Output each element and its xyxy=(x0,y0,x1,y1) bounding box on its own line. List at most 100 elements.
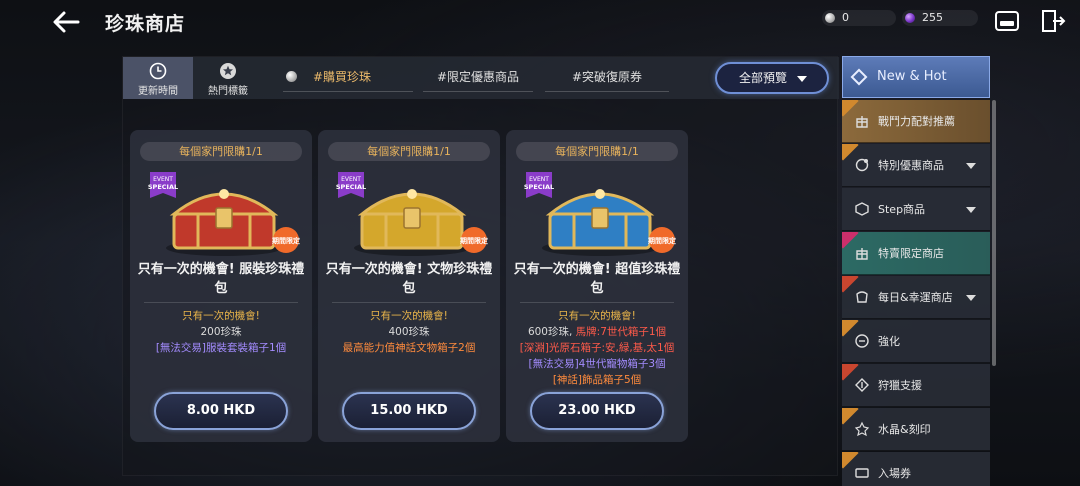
tab-buy-pearl-label: #購買珍珠 xyxy=(313,70,372,84)
sidebar-item[interactable]: Step商品 xyxy=(842,188,990,231)
svg-text:EVENT: EVENT xyxy=(341,176,361,183)
buy-price-button[interactable]: 8.00 HKD xyxy=(154,392,288,430)
description-line: 只有一次的機會! xyxy=(182,310,260,322)
star-icon xyxy=(220,63,236,79)
sidebar-item-label: 入場券 xyxy=(878,467,911,480)
sidebar-item-label: 每日&幸運商店 xyxy=(878,291,953,304)
description-line: 只有一次的機會! xyxy=(370,310,448,322)
description-line: [神話]飾品箱子5個 xyxy=(552,374,642,386)
ticket-icon xyxy=(855,468,869,478)
product-title: 只有一次的機會! 服裝珍珠禮包 xyxy=(137,262,305,296)
buy-price-button[interactable]: 15.00 HKD xyxy=(342,392,476,430)
gem-icon xyxy=(905,13,915,23)
sidebar-item-label: 特賣限定商店 xyxy=(878,247,944,260)
tab-break-restore[interactable]: #突破復原券 xyxy=(545,68,669,92)
description-line: [無法交易]服裝套裝箱子1個 xyxy=(155,342,287,354)
sidebar-item[interactable]: 水晶&刻印 xyxy=(842,408,990,451)
product-description: 只有一次的機會! 200珍珠 [無法交易]服裝套裝箱子1個 xyxy=(134,308,308,356)
tab-hot-tags-label: 熱門標籤 xyxy=(208,86,248,97)
pearl-count: 0 xyxy=(842,11,849,24)
sidebar-item[interactable]: 狩獵支援 xyxy=(842,364,990,407)
sidebar-item-label: 狩獵支援 xyxy=(878,379,922,392)
tab-hot-tags[interactable]: 熱門標籤 xyxy=(193,57,263,99)
pearl-icon xyxy=(825,13,835,23)
description-line: 400珍珠 xyxy=(388,326,430,338)
cube-icon xyxy=(855,202,869,216)
gem-count: 255 xyxy=(922,11,943,24)
purchase-limit: 每個家門限購1/1 xyxy=(516,142,678,161)
description-line: 只有一次的機會! xyxy=(558,310,636,322)
description-line: [無法交易]4世代寵物箱子3個 xyxy=(528,358,666,370)
pearl-icon xyxy=(286,71,297,82)
treasure-chest-icon: EVENT SPECIAL 期間限定 xyxy=(336,172,488,256)
page-title: 珍珠商店 xyxy=(105,13,186,35)
treasure-chest-icon: EVENT SPECIAL 期間限定 xyxy=(524,172,676,256)
sidebar-item[interactable]: 特別優惠商品 xyxy=(842,144,990,187)
lucky-bag-icon xyxy=(856,291,868,303)
svg-text:期間限定: 期間限定 xyxy=(272,236,300,245)
chevron-down-icon xyxy=(966,207,976,213)
tab-buy-pearl[interactable]: #購買珍珠 xyxy=(283,68,413,92)
crystal-icon xyxy=(854,421,870,437)
event-special-badge: EVENT SPECIAL xyxy=(148,172,178,198)
sidebar-item-label: 水晶&刻印 xyxy=(878,423,931,436)
sidebar-item[interactable]: 特賣限定商店 xyxy=(842,232,990,275)
sidebar-item-label: 戰鬥力配對推薦 xyxy=(878,115,955,128)
divider xyxy=(520,302,674,303)
purchase-limit: 每個家門限購1/1 xyxy=(328,142,490,161)
description-line: 最高能力值神話文物箱子2個 xyxy=(342,342,476,354)
event-special-badge: EVENT SPECIAL xyxy=(524,172,554,198)
buy-price-button[interactable]: 23.00 HKD xyxy=(530,392,664,430)
clock-icon xyxy=(149,62,167,80)
svg-text:期間限定: 期間限定 xyxy=(648,236,676,245)
sidebar-scrollbar[interactable] xyxy=(992,100,996,366)
sidebar-item-label: 特別優惠商品 xyxy=(878,159,944,172)
sidebar-item[interactable]: 入場券 xyxy=(842,452,990,486)
caret-down-icon xyxy=(797,76,807,82)
storage-box-icon[interactable] xyxy=(994,9,1020,33)
product-card[interactable]: 每個家門限購1/1 EVENT SPECIAL 期間限定 只有一次的機會! 文物… xyxy=(318,130,500,442)
treasure-chest-icon: EVENT SPECIAL 期間限定 xyxy=(148,172,300,256)
tab-bar: 更新時間 熱門標籤 #購買珍珠 #限定優惠商品 #突破復原券 全部預覽 xyxy=(123,57,839,99)
exit-door-icon[interactable] xyxy=(1040,9,1066,33)
enhance-icon xyxy=(855,334,869,348)
description-line: 600珍珠, 馬牌:7世代箱子1個 xyxy=(527,326,667,338)
svg-text:EVENT: EVENT xyxy=(153,176,173,183)
sidebar-new-hot[interactable]: New & Hot xyxy=(842,56,990,98)
product-description: 只有一次的機會! 600珍珠, 馬牌:7世代箱子1個 [深淵]光原石箱子:安,緑,基… xyxy=(510,308,684,388)
product-description: 只有一次的機會! 400珍珠最高能力值神話文物箱子2個 xyxy=(322,308,496,356)
event-special-badge: EVENT SPECIAL xyxy=(336,172,366,198)
tab-limited-offer[interactable]: #限定優惠商品 xyxy=(423,68,533,92)
product-card[interactable]: 每個家門限購1/1 EVENT SPECIAL 期間限定 只有一次的機會! 服裝… xyxy=(130,130,312,442)
pearl-currency: 0 xyxy=(822,10,896,26)
special-offer-icon xyxy=(855,158,869,172)
diamond-icon xyxy=(850,68,868,86)
gift-icon xyxy=(856,248,868,260)
description-line: [深淵]光原石箱子:安,緑,基,太1個 xyxy=(519,342,675,354)
preview-all-dropdown[interactable]: 全部預覽 xyxy=(715,62,829,94)
sidebar-item-label: Step商品 xyxy=(878,203,926,216)
chevron-down-icon xyxy=(966,295,976,301)
description-line: 200珍珠 xyxy=(200,326,242,338)
product-card[interactable]: 每個家門限購1/1 EVENT SPECIAL 期間限定 只有一次的機會! 超值… xyxy=(506,130,688,442)
svg-text:EVENT: EVENT xyxy=(529,176,549,183)
sidebar-item[interactable]: 每日&幸運商店 xyxy=(842,276,990,319)
divider xyxy=(144,302,298,303)
gift-icon xyxy=(856,116,868,128)
sidebar-item[interactable]: 強化 xyxy=(842,320,990,363)
chevron-down-icon xyxy=(966,163,976,169)
svg-text:SPECIAL: SPECIAL xyxy=(524,183,554,191)
tab-update-time[interactable]: 更新時間 xyxy=(123,57,193,99)
sidebar-item[interactable]: 戰鬥力配對推薦 xyxy=(842,100,990,143)
svg-text:期間限定: 期間限定 xyxy=(460,236,488,245)
product-title: 只有一次的機會! 文物珍珠禮包 xyxy=(325,262,493,296)
preview-all-label: 全部預覽 xyxy=(739,71,788,85)
divider xyxy=(332,302,486,303)
svg-text:SPECIAL: SPECIAL xyxy=(148,183,178,191)
svg-text:SPECIAL: SPECIAL xyxy=(336,183,366,191)
back-arrow-icon[interactable] xyxy=(50,8,82,36)
product-title: 只有一次的機會! 超值珍珠禮包 xyxy=(513,262,681,296)
sidebar-item-label: 強化 xyxy=(878,335,900,348)
tab-update-time-label: 更新時間 xyxy=(138,86,178,97)
top-bar: 珍珠商店 0 255 xyxy=(0,0,1080,44)
